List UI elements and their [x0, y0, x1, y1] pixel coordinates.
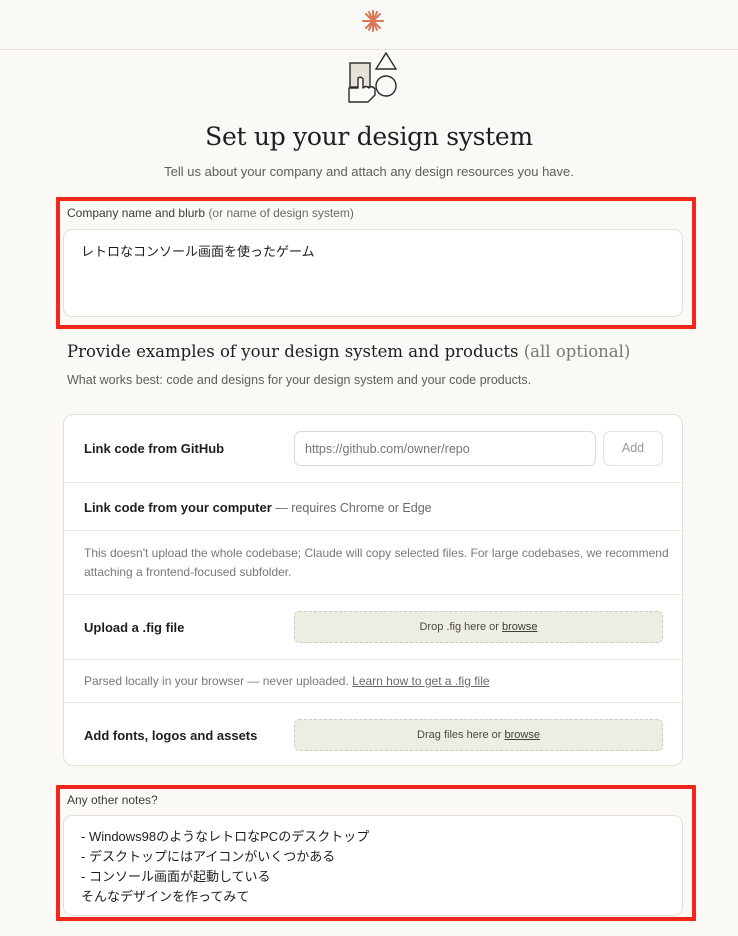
- company-label: Company name and blurb (or name of desig…: [67, 206, 354, 220]
- examples-subtitle: What works best: code and designs for yo…: [67, 373, 532, 387]
- fig-dropzone[interactable]: Drop .fig here or browse: [294, 611, 663, 643]
- resources-card: Link code from GitHub Add Link code from…: [63, 414, 683, 766]
- company-textarea[interactable]: レトロなコンソール画面を使ったゲーム: [63, 229, 683, 317]
- page-title: Set up your design system: [205, 122, 533, 151]
- divider: [64, 659, 682, 660]
- examples-heading-text: Provide examples of your design system a…: [67, 342, 519, 361]
- examples-heading-hint: (all optional): [523, 342, 631, 361]
- fig-note: Parsed locally in your browser — never u…: [84, 672, 669, 691]
- fig-note-text: Parsed locally in your browser — never u…: [84, 674, 353, 688]
- github-add-button[interactable]: Add: [603, 431, 663, 466]
- divider: [64, 702, 682, 703]
- examples-heading: Provide examples of your design system a…: [67, 342, 630, 361]
- local-code-label-text[interactable]: Link code from your computer: [84, 500, 272, 515]
- notes-textarea[interactable]: - Windows98のようなレトロなPCのデスクトップ - デスクトップにはア…: [63, 815, 683, 916]
- company-label-text: Company name and blurb: [67, 206, 206, 220]
- shapes-icon: [348, 52, 398, 103]
- company-label-hint: (or name of design system): [208, 206, 354, 220]
- divider: [64, 530, 682, 531]
- assets-label: Add fonts, logos and assets: [84, 728, 258, 743]
- claude-star-icon[interactable]: [361, 9, 385, 33]
- local-code-label[interactable]: Link code from your computer — requires …: [84, 500, 432, 515]
- fig-learn-link[interactable]: Learn how to get a .fig file: [352, 674, 489, 688]
- top-bar: [0, 0, 738, 50]
- page-subtitle: Tell us about your company and attach an…: [164, 164, 574, 179]
- fig-drop-text: Drop .fig here or: [419, 621, 503, 633]
- github-url-input[interactable]: [294, 431, 596, 466]
- assets-dropzone[interactable]: Drag files here or browse: [294, 719, 663, 751]
- local-code-requirement: — requires Chrome or Edge: [271, 501, 432, 515]
- assets-browse-link[interactable]: browse: [504, 729, 539, 741]
- fig-browse-link[interactable]: browse: [502, 621, 537, 633]
- github-label: Link code from GitHub: [84, 441, 225, 456]
- assets-drop-text: Drag files here or: [417, 729, 505, 741]
- notes-label: Any other notes?: [67, 793, 158, 807]
- fig-label: Upload a .fig file: [84, 620, 185, 635]
- divider: [64, 594, 682, 595]
- divider: [64, 482, 682, 483]
- local-code-note: This doesn't upload the whole codebase; …: [84, 546, 669, 579]
